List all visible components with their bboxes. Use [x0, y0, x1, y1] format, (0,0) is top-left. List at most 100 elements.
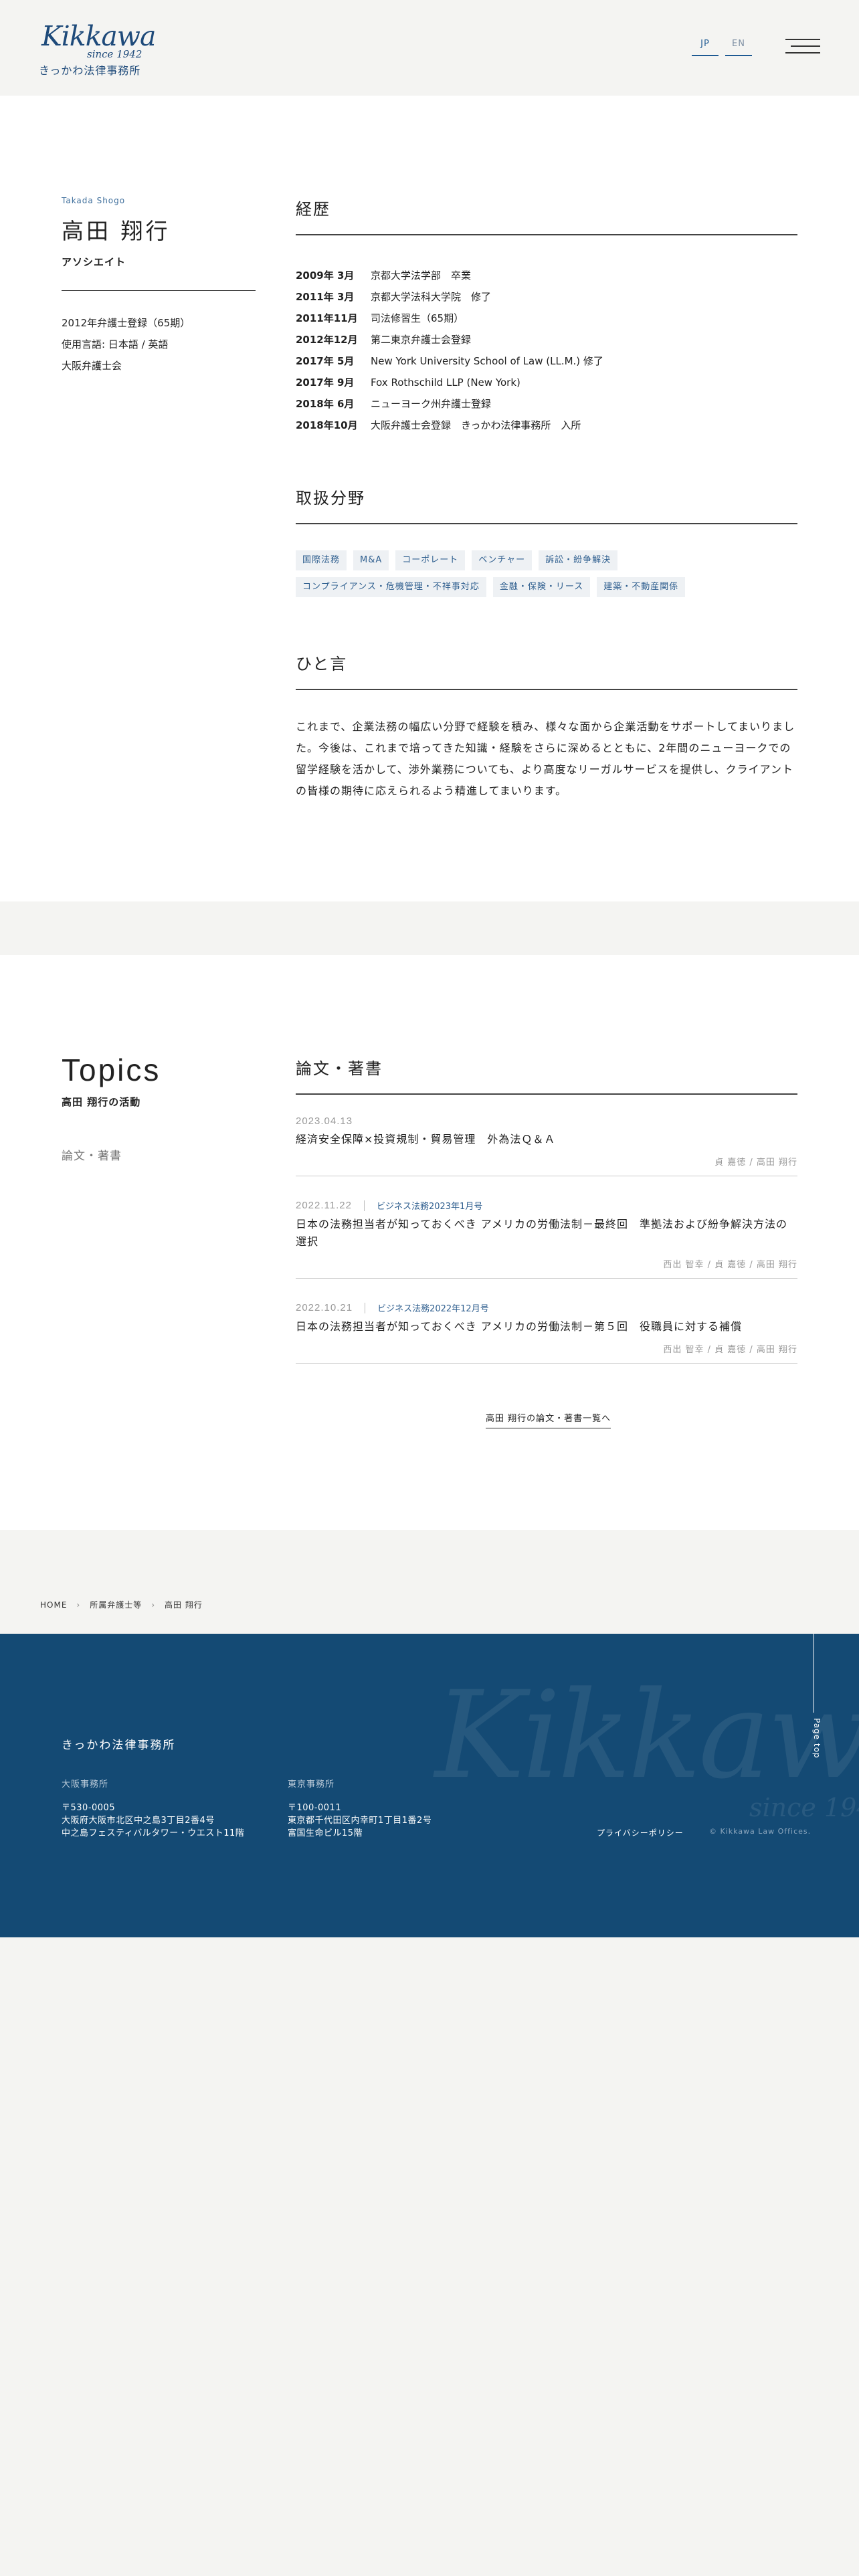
practice-tag[interactable]: コーポレート	[395, 550, 466, 570]
career-year: 2018年 6月	[296, 398, 355, 410]
career-item: 2009年 3月 京都大学法学部 卒業	[296, 265, 797, 286]
message-heading-block: ひと言	[296, 651, 797, 690]
topics-side: Topics 高田 翔行の活動 論文・著書	[62, 1052, 249, 1163]
breadcrumb-lawyers[interactable]: 所属弁護士等	[90, 1599, 142, 1610]
hamburger-menu-icon[interactable]	[785, 37, 820, 55]
practice-area-tags: 国際法務 M&A コーポレート ベンチャー 訴訟・紛争解決 コンプライアンス・危…	[296, 550, 797, 597]
site-header: Kikkawa since 1942 きっかわ法律事務所 JP EN	[0, 0, 859, 96]
logo-since: since 1942	[87, 48, 142, 60]
footer-office-osaka: 大阪事務所 〒530-0005 大阪府大阪市北区中之島3丁目2番4号 中之島フェ…	[62, 1777, 276, 1840]
lang-en-link[interactable]: EN	[725, 39, 752, 56]
career-year: 2009年 3月	[296, 270, 355, 282]
office-name: 大阪事務所	[62, 1780, 109, 1790]
article-authors: 西出 智幸 / 貞 嘉徳 / 高田 翔行	[663, 1345, 797, 1355]
article-meta: 2022.11.22 ビジネス法務2023年1月号	[296, 1199, 797, 1212]
career-year: 2011年11月	[296, 312, 358, 324]
article-meta: 2023.04.13	[296, 1115, 797, 1127]
profile-section: Takada Shogo 高田 翔行 アソシエイト 2012年弁護士登録（65期…	[0, 96, 859, 901]
office-building: 中之島フェスティバルタワー・ウエスト11階	[62, 1828, 245, 1838]
office-postal: 〒100-0011	[288, 1803, 342, 1813]
message-text: これまで、企業法務の幅広い分野で経験を積み、様々な面から企業活動をサポートしてま…	[296, 720, 795, 797]
practice-tag[interactable]: M&A	[353, 550, 389, 570]
career-year: 2017年 5月	[296, 355, 355, 367]
article-item[interactable]: 2022.10.21 ビジネス法務2022年12月号 日本の法務担当者が知ってお…	[296, 1301, 797, 1364]
info-item: 使用言語: 日本語 / 英語	[62, 338, 169, 350]
privacy-policy-link[interactable]: プライバシーポリシー	[597, 1827, 684, 1838]
practice-heading-block: 取扱分野	[296, 485, 797, 524]
career-item: 2011年 3月 京都大学法科大学院 修了	[296, 286, 797, 308]
career-event: 京都大学法学部 卒業	[371, 270, 472, 282]
site-footer: Kikkawa since 1942 きっかわ法律事務所 大阪事務所 〒530-…	[0, 1634, 859, 1937]
practice-rule	[296, 523, 797, 524]
career-year: 2017年 9月	[296, 377, 355, 389]
article-publication: ビジネス法務2022年12月号	[377, 1304, 489, 1314]
practice-tag[interactable]: 国際法務	[296, 550, 347, 570]
office-address: 東京都千代田区内幸町1丁目1番2号	[288, 1816, 432, 1826]
article-title: 日本の法務担当者が知っておくべき アメリカの労働法制－第５回 役職員に対する補償	[296, 1320, 743, 1333]
page-top-label: Page top	[812, 1718, 822, 1759]
career-event: 第二東京弁護士会登録	[371, 334, 472, 346]
site-logo[interactable]: Kikkawa since 1942 きっかわ法律事務所	[39, 20, 156, 77]
footer-watermark-since: since 1942	[749, 1793, 859, 1822]
chevron-right-icon: ›	[76, 1600, 81, 1610]
career-rule	[296, 234, 797, 235]
career-item: 2017年 9月 Fox Rothschild LLP (New York)	[296, 372, 797, 393]
career-event: 京都大学法科大学院 修了	[371, 291, 492, 303]
article-meta: 2022.10.21 ビジネス法務2022年12月号	[296, 1301, 797, 1314]
career-event: 司法修習生（65期）	[371, 312, 464, 324]
career-item: 2012年12月 第二東京弁護士会登録	[296, 329, 797, 350]
topics-nav-publications[interactable]: 論文・著書	[62, 1146, 249, 1163]
article-date: 2022.10.21	[296, 1302, 353, 1313]
info-item: 2012年弁護士登録（65期）	[62, 317, 191, 329]
practice-title: 取扱分野	[296, 489, 365, 508]
career-year: 2012年12月	[296, 334, 358, 346]
meta-separator	[363, 1200, 365, 1211]
article-authors: 貞 嘉徳 / 高田 翔行	[714, 1158, 797, 1168]
practice-tag[interactable]: コンプライアンス・危機管理・不祥事対応	[296, 577, 486, 597]
article-item[interactable]: 2022.11.22 ビジネス法務2023年1月号 日本の法務担当者が知っておく…	[296, 1199, 797, 1279]
page-top-button[interactable]: Page top	[807, 1634, 827, 1767]
topics-section: Topics 高田 翔行の活動 論文・著書 論文・著書 2023.04.13 経…	[0, 955, 859, 1530]
career-event: ニューヨーク州弁護士登録	[371, 398, 492, 410]
office-address: 大阪府大阪市北区中之島3丁目2番4号	[62, 1816, 215, 1826]
topics-subtitle: 高田 翔行の活動	[62, 1096, 141, 1108]
career-heading-block: 経歴	[296, 196, 797, 235]
logo-name: きっかわ法律事務所	[39, 64, 141, 77]
lawyer-name: 高田 翔行	[62, 218, 171, 244]
lawyer-position: アソシエイト	[62, 256, 126, 268]
career-title: 経歴	[296, 200, 330, 219]
message-rule	[296, 689, 797, 690]
career-item: 2011年11月 司法修習生（65期）	[296, 308, 797, 329]
chevron-right-icon: ›	[151, 1600, 156, 1610]
breadcrumb-home[interactable]: HOME	[40, 1600, 67, 1610]
footer-brand: きっかわ法律事務所	[62, 1739, 176, 1752]
breadcrumb: HOME › 所属弁護士等 › 高田 翔行	[40, 1599, 203, 1610]
article-publication: ビジネス法務2023年1月号	[376, 1202, 483, 1212]
career-item: 2018年10月 大阪弁護士会登録 きっかわ法律事務所 入所	[296, 415, 797, 436]
career-event: Fox Rothschild LLP (New York)	[371, 377, 520, 389]
logo-script: Kikkawa	[41, 20, 156, 52]
publications-rule	[296, 1093, 797, 1095]
practice-tag[interactable]: 訴訟・紛争解決	[539, 550, 618, 570]
practice-tag[interactable]: ベンチャー	[472, 550, 533, 570]
article-item[interactable]: 2023.04.13 経済安全保障×投資規制・貿易管理 外為法Ｑ＆Ａ 貞 嘉徳 …	[296, 1115, 797, 1176]
office-building: 富国生命ビル15階	[288, 1828, 363, 1838]
article-title: 日本の法務担当者が知っておくべき アメリカの労働法制－最終回 準拠法および紛争解…	[296, 1218, 788, 1248]
topics-title: Topics	[62, 1053, 161, 1087]
publications-more-link[interactable]: 高田 翔行の論文・著書一覧へ	[486, 1411, 611, 1428]
article-authors: 西出 智幸 / 貞 嘉徳 / 高田 翔行	[663, 1260, 797, 1270]
article-title: 経済安全保障×投資規制・貿易管理 外為法Ｑ＆Ａ	[296, 1133, 556, 1146]
career-event: New York University School of Law (LL.M.…	[371, 355, 603, 367]
publications-heading-block: 論文・著書	[296, 1055, 797, 1095]
career-event: 大阪弁護士会登録 きっかわ法律事務所 入所	[371, 419, 581, 431]
practice-tag[interactable]: 建築・不動産関係	[597, 577, 686, 597]
article-date: 2023.04.13	[296, 1115, 353, 1127]
career-item: 2018年 6月 ニューヨーク州弁護士登録	[296, 393, 797, 415]
publications-title: 論文・著書	[296, 1059, 383, 1078]
lang-jp-link[interactable]: JP	[692, 39, 719, 56]
practice-tag[interactable]: 金融・保険・リース	[492, 577, 591, 597]
office-name: 東京事務所	[288, 1780, 335, 1790]
article-date: 2022.11.22	[296, 1200, 352, 1211]
name-romaji: Takada Shogo	[62, 196, 126, 205]
career-year: 2011年 3月	[296, 291, 355, 303]
